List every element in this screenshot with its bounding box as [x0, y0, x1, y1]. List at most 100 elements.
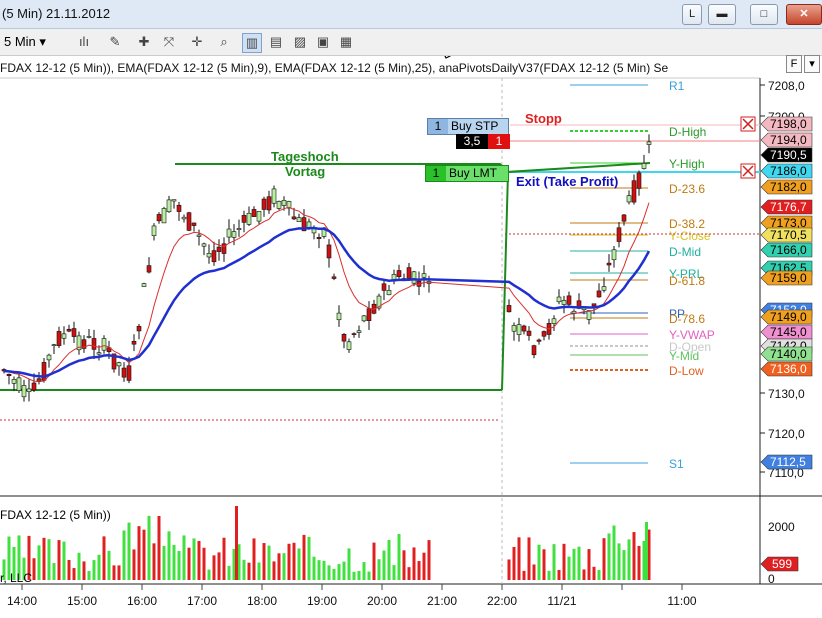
- candle-body: [246, 212, 252, 225]
- candle-body: [71, 328, 77, 337]
- volume-bar: [162, 545, 166, 580]
- volume-bar: [552, 544, 556, 580]
- volume-bar: [277, 553, 281, 580]
- candle-body: [126, 365, 132, 381]
- candle-body: [31, 382, 37, 391]
- price-tag-label: 7149,0: [770, 310, 807, 324]
- data-box-icon[interactable]: ▦: [337, 33, 355, 51]
- buy-stp-qty: 1: [428, 119, 448, 134]
- candle-body: [356, 330, 362, 333]
- candle-body: [131, 341, 137, 345]
- properties-icon[interactable]: ▣: [314, 33, 332, 51]
- volume-bar: [202, 547, 206, 580]
- time-axis-label: 22:00: [487, 594, 517, 608]
- chart-trader-icon[interactable]: ▥: [242, 33, 262, 53]
- chart-menu-button[interactable]: F: [786, 55, 802, 73]
- candle-body: [56, 331, 62, 346]
- volume-bar: [557, 569, 561, 580]
- buy-lmt-order[interactable]: 1 Buy LMT: [425, 165, 509, 182]
- candle-body: [306, 221, 312, 228]
- chart-menu-arrow[interactable]: ▾: [804, 55, 820, 73]
- price-tag-label: 7176,7: [770, 200, 807, 214]
- interval-selector[interactable]: 5 Min ▾: [4, 33, 46, 51]
- pivot-label: S1: [669, 457, 684, 471]
- candle-body: [6, 373, 12, 376]
- indicators-icon[interactable]: ▤: [267, 33, 285, 51]
- volume-bar: [362, 562, 366, 580]
- volume-bar: [252, 538, 256, 580]
- volume-bar: [422, 552, 426, 580]
- volume-bar: [92, 560, 96, 580]
- buy-stp-order[interactable]: 1 Buy STP: [427, 118, 509, 135]
- volume-bar: [297, 548, 301, 580]
- volume-bar: [292, 542, 296, 580]
- volume-bar: [592, 566, 596, 580]
- draw-pencil-icon[interactable]: ✎: [106, 33, 124, 51]
- volume-bar: [32, 558, 36, 580]
- volume-bar: [62, 541, 66, 580]
- link-button[interactable]: L: [682, 4, 702, 25]
- volume-bar: [327, 565, 331, 580]
- candle-body: [421, 273, 427, 278]
- volume-bar: [527, 537, 531, 580]
- volume-bar: [332, 568, 336, 580]
- volume-bar: [597, 569, 601, 580]
- candle-body: [226, 228, 232, 238]
- candle-body: [176, 204, 182, 212]
- time-axis-label: 21:00: [427, 594, 457, 608]
- candle-body: [406, 267, 412, 279]
- strategies-icon[interactable]: ▨: [291, 33, 309, 51]
- pivot-label: Y-Close: [669, 229, 711, 243]
- volume-bar: [417, 561, 421, 580]
- volume-bar: [57, 540, 61, 580]
- bar-type-icon[interactable]: ılı: [75, 33, 93, 51]
- time-axis-label: 17:00: [187, 594, 217, 608]
- footer-fragment: r, LLC: [0, 571, 33, 585]
- volume-bar: [357, 570, 361, 580]
- candle-body: [316, 237, 322, 239]
- volume-bar: [347, 548, 351, 580]
- maximize-icon[interactable]: □: [750, 4, 778, 25]
- crosshair-icon[interactable]: ✛: [188, 33, 206, 51]
- candle-body: [166, 199, 172, 213]
- scale-icon[interactable]: ⤧: [160, 33, 178, 51]
- buy-stp-price-offset: 3,5: [456, 134, 488, 149]
- buy-stp-sub[interactable]: 3,5 1: [456, 134, 510, 149]
- pivot-label: Y-High: [669, 157, 705, 171]
- candle-body: [266, 196, 272, 211]
- chart-caption: FDAX 12-12 (5 Min)), EMA(FDAX 12-12 (5 M…: [0, 61, 669, 75]
- minimize-icon[interactable]: ▬: [708, 4, 736, 25]
- close-icon[interactable]: ✕: [786, 4, 822, 25]
- candle-body: [526, 330, 532, 336]
- candle-body: [386, 290, 392, 296]
- attach-indicator-icon[interactable]: ✚: [135, 33, 153, 51]
- price-tag-label: 7194,0: [770, 133, 807, 147]
- price-tag-label: 7166,0: [770, 243, 807, 257]
- volume-bar: [287, 543, 291, 580]
- candle-body: [646, 141, 652, 145]
- annotation-exit: Exit (Take Profit): [516, 174, 619, 189]
- pivot-label: Y-Mid: [669, 349, 699, 363]
- buy-stp-label: Buy STP: [451, 119, 499, 133]
- candle-body: [256, 211, 262, 222]
- volume-bar: [582, 569, 586, 580]
- candle-body: [196, 234, 202, 237]
- volume-bar: [612, 525, 616, 580]
- volume-bar: [235, 506, 238, 580]
- pivot-label: D-High: [669, 125, 706, 139]
- price-tag-label: 7190,5: [770, 148, 807, 162]
- volume-bar: [512, 546, 516, 580]
- candle-body: [121, 367, 127, 378]
- volume-bar: [112, 565, 116, 580]
- volume-bar: [322, 560, 326, 580]
- volume-bar: [407, 567, 411, 580]
- buy-stp-sub-qty: 1: [488, 134, 510, 149]
- chart-toolbar: 5 Min ▾ ılı ✎ ✚ ⤧ ✛ ⌕ ▥ ▤ ▨ ▣ ▦: [0, 29, 822, 56]
- candle-body: [171, 199, 177, 202]
- pivot-label: D-78.6: [669, 312, 705, 326]
- chart-canvas[interactable]: R1D-HighY-HighD-23.6D-38.2Y-CloseD-MidY-…: [0, 0, 822, 618]
- candle-body: [186, 212, 192, 231]
- volume-bar: [177, 551, 181, 580]
- zoom-icon[interactable]: ⌕: [215, 33, 233, 51]
- time-axis-label: 11:00: [667, 594, 696, 608]
